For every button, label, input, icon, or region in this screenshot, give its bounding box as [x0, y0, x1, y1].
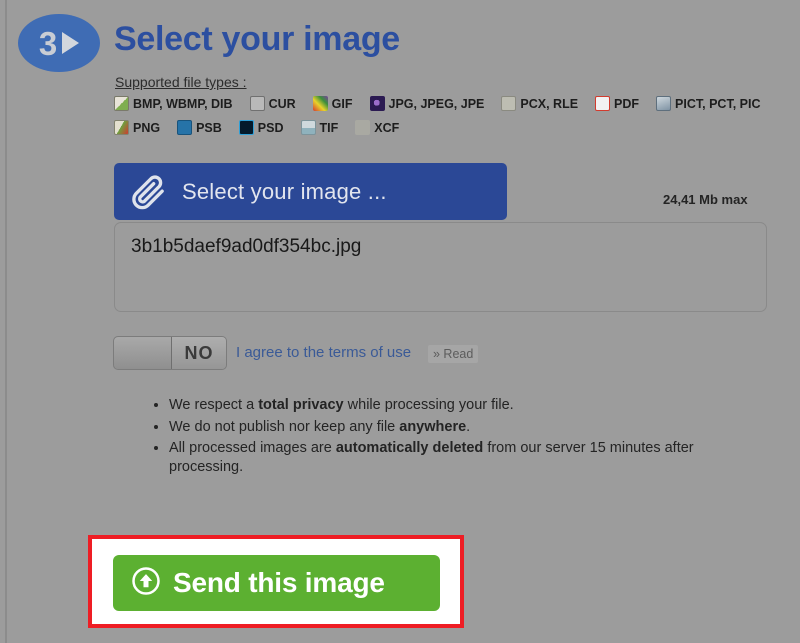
read-terms-link[interactable]: » Read — [428, 345, 479, 363]
bmp-file-icon — [114, 96, 129, 111]
privacy-note-emphasis: automatically deleted — [335, 440, 484, 457]
file-type-jpg: JPG, JPEG, JPE — [369, 96, 485, 111]
upload-page: 3 Select your image Supported file types… — [0, 0, 800, 643]
send-image-button-label: Send this image — [173, 567, 385, 598]
file-type-pict: PICT, PCT, PIC — [656, 96, 760, 111]
step-number: 3 — [38, 24, 57, 62]
file-type-label: PSB — [196, 120, 222, 135]
pcx-file-icon — [501, 96, 517, 111]
png-file-icon — [114, 120, 129, 135]
file-type-pdf: PDF — [595, 96, 639, 111]
xcf-file-icon — [355, 120, 371, 135]
select-image-button-label: Select your image ... — [182, 178, 387, 204]
pict-file-icon — [656, 96, 672, 111]
select-image-button[interactable]: Select your image ... — [114, 163, 507, 220]
file-types-row-2: PNG PSB PSD TIF XCF — [114, 120, 399, 135]
tif-file-icon — [300, 120, 316, 135]
file-type-cur: CUR — [249, 96, 296, 111]
play-triangle-icon — [62, 32, 80, 54]
step-badge: 3 — [18, 14, 100, 72]
file-type-label: XCF — [374, 120, 400, 135]
file-type-tif: TIF — [300, 120, 339, 135]
privacy-notes-list: We respect a total privacy while process… — [147, 396, 762, 479]
agree-terms-label: I agree to the terms of use — [236, 344, 412, 361]
privacy-note-emphasis: anywhere — [399, 418, 467, 435]
file-type-label: CUR — [268, 96, 296, 111]
cur-file-icon — [249, 96, 265, 111]
privacy-note-item: We do not publish nor keep any file anyw… — [169, 418, 762, 437]
supported-file-types-label: Supported file types : — [115, 74, 247, 90]
file-type-png: PNG — [114, 120, 160, 135]
privacy-note-item: All processed images are automatically d… — [169, 439, 762, 476]
file-type-xcf: XCF — [355, 120, 399, 135]
page-title: Select your image — [114, 20, 400, 58]
upload-arrow-circle-icon — [131, 566, 161, 601]
file-types-row-1: BMP, WBMP, DIB CUR GIF JPG, JPEG, JPE PCX, R… — [114, 96, 760, 111]
file-type-label: PDF — [614, 96, 640, 111]
file-type-label: PSD — [257, 120, 284, 135]
max-file-size-text: 24,41 Mb max — [663, 192, 748, 207]
file-type-label: PNG — [133, 120, 161, 135]
selected-file-name: 3b1b5daef9ad0df354bc.jpg — [131, 236, 362, 257]
file-type-psb: PSB — [177, 120, 222, 135]
privacy-note-emphasis: total privacy — [258, 397, 344, 413]
selected-file-box[interactable]: 3b1b5daef9ad0df354bc.jpg — [114, 222, 767, 312]
file-type-label: JPG, JPEG, JPE — [388, 96, 485, 111]
toggle-knob[interactable] — [114, 337, 172, 369]
file-type-label: GIF — [331, 96, 353, 111]
file-type-bmp: BMP, WBMP, DIB — [114, 96, 233, 111]
pdf-file-icon — [595, 96, 611, 111]
jpg-file-icon — [369, 96, 385, 111]
agree-terms-toggle[interactable]: NO — [113, 336, 227, 370]
file-type-label: BMP, WBMP, DIB — [133, 96, 233, 111]
left-edge-rule — [5, 0, 7, 643]
file-type-label: TIF — [319, 120, 339, 135]
send-image-button[interactable]: Send this image — [113, 555, 440, 611]
file-type-psd: PSD — [238, 120, 284, 135]
file-type-gif: GIF — [312, 96, 353, 111]
paperclip-icon — [114, 172, 182, 212]
toggle-state-label: NO — [172, 337, 226, 369]
psb-file-icon — [177, 120, 193, 135]
psd-file-icon — [238, 120, 254, 135]
file-type-label: PCX, RLE — [520, 96, 579, 111]
privacy-note-item: We respect a total privacy while process… — [169, 396, 762, 415]
file-type-pcx: PCX, RLE — [501, 96, 578, 111]
gif-file-icon — [312, 96, 328, 111]
file-type-label: PICT, PCT, PIC — [675, 96, 761, 111]
